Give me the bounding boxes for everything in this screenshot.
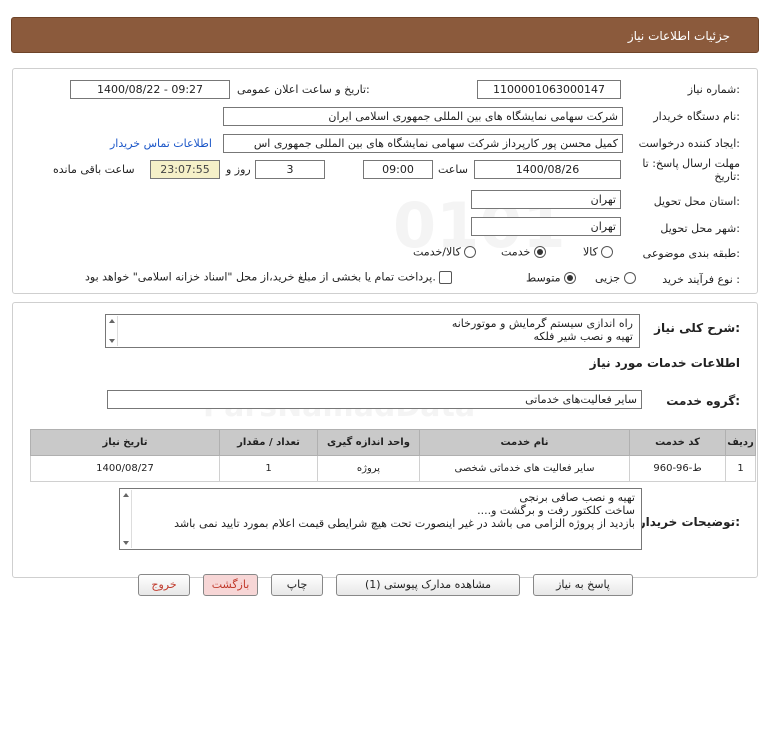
col-unit: واحد اندازه گیری [317,429,420,456]
col-row: ردیف [725,429,756,456]
notes-line-2: ساخت کلکتور رفت و برگشت و.... [477,504,635,517]
page-title: جزئیات اطلاعات نیاز [627,29,730,43]
attachments-button[interactable]: مشاهده مدارک پیوستی (1) [336,574,520,596]
back-button[interactable]: بازگشت [203,574,258,596]
process-option-minor-label: جزیی [595,271,621,285]
category-radio-both[interactable] [464,246,477,258]
city-field[interactable]: تهران [471,217,621,236]
process-option-minor[interactable]: جزیی [595,271,636,285]
buyer-contact-link[interactable]: اطلاعات تماس خریدار [110,137,212,150]
table-row[interactable]: 1 ط-96-960 سایر فعالیت های خدماتی شخصی پ… [30,455,756,482]
col-name: نام خدمت [419,429,630,456]
buyer-org-field[interactable]: شرکت سهامی نمایشگاه های بین المللی جمهور… [223,107,623,126]
services-section-title: اطلاعات خدمات مورد نیاز [589,356,740,370]
category-radio-service[interactable] [533,246,546,258]
treasury-checkbox-label: پرداخت تمام یا بخشی از مبلغ خرید،از محل … [85,270,436,284]
announce-datetime-label: تاریخ و ساعت اعلان عمومی: [237,83,370,96]
notes-line-3: بازدید از پروژه الزامی می باشد در غیر ای… [174,517,635,530]
creator-label: ایجاد کننده درخواست: [638,137,740,150]
category-radio-goods[interactable] [601,246,614,258]
buyer-notes-label: توضیحات خریدار: [638,515,740,529]
cell-row: 1 [725,455,756,482]
deadline-time-label: ساعت [438,163,468,176]
summary-scrollbar[interactable] [107,316,118,346]
cell-qty: 1 [219,455,318,482]
deadline-time-field[interactable]: 09:00 [363,160,433,179]
service-group-field[interactable]: سایر فعالیت‌های خدماتی [107,390,642,409]
process-radio-medium[interactable] [564,272,577,284]
notes-scrollbar[interactable] [121,490,132,548]
print-button[interactable]: چاپ [271,574,323,596]
process-label: نوع فرآیند خرید : [662,273,740,286]
treasury-checkbox[interactable] [439,270,453,284]
exit-button[interactable]: خروج [138,574,190,596]
summary-textarea[interactable]: راه اندازی سیستم گرمایش و موتورخانه تهیه… [105,314,640,348]
need-number-label: شماره نیاز: [687,83,740,96]
category-option-both-label: کالا/خدمت [413,245,461,259]
city-label: شهر محل تحویل: [660,222,740,235]
notes-line-1: تهیه و نصب صافی برنجی [519,491,635,504]
cell-unit: پروژه [317,455,420,482]
need-number-field[interactable]: 1100001063000147 [477,80,621,99]
remaining-time-field: 23:07:55 [150,160,220,179]
cell-code: ط-96-960 [629,455,726,482]
creator-field[interactable]: کمیل محسن پور کارپرداز شرکت سهامی نمایشگ… [223,134,623,153]
reply-button[interactable]: پاسخ به نیاز [533,574,633,596]
category-label: طبقه بندی موضوعی: [642,247,740,260]
services-table-header: ردیف کد خدمت نام خدمت واحد اندازه گیری ت… [30,429,756,456]
col-code: کد خدمت [629,429,726,456]
buyer-org-label: نام دستگاه خریدار: [653,110,740,123]
process-radio-minor[interactable] [623,272,636,284]
service-group-label: گروه خدمت: [666,394,740,408]
summary-label: شرح کلی نیاز: [654,321,740,335]
province-field[interactable]: تهران [471,190,621,209]
deadline-date-field[interactable]: 1400/08/26 [474,160,621,179]
summary-line-1: راه اندازی سیستم گرمایش و موتورخانه [451,317,633,330]
announce-datetime-field[interactable]: 1400/08/22 - 09:27 [70,80,230,99]
page-header: جزئیات اطلاعات نیاز [11,17,759,53]
buyer-notes-textarea[interactable]: تهیه و نصب صافی برنجی ساخت کلکتور رفت و … [119,488,642,550]
category-option-service[interactable]: خدمت [501,245,546,259]
treasury-option[interactable]: پرداخت تمام یا بخشی از مبلغ خرید،از محل … [85,270,453,284]
days-label: روز و [226,163,251,176]
process-option-medium-label: متوسط [526,271,561,285]
province-label: استان محل تحویل: [653,195,740,208]
cell-name: سایر فعالیت های خدماتی شخصی [419,455,630,482]
need-info-panel: 0101 شماره نیاز: 1100001063000147 تاریخ … [12,68,758,294]
cell-date: 1400/08/27 [30,455,220,482]
remaining-time-label: ساعت باقی مانده [53,163,135,176]
services-table: ردیف کد خدمت نام خدمت واحد اندازه گیری ت… [30,429,756,482]
col-qty: تعداد / مقدار [219,429,318,456]
category-option-goods-label: کالا [583,245,598,259]
col-date: تاریخ نیاز [30,429,220,456]
services-panel: ParsNamadData شرح کلی نیاز: راه اندازی س… [12,302,758,578]
category-option-service-label: خدمت [501,245,531,259]
category-option-goods[interactable]: کالا [583,245,614,259]
deadline-label: مهلت ارسال پاسخ: تا تاریخ: [642,157,740,183]
days-field[interactable]: 3 [255,160,325,179]
process-option-medium[interactable]: متوسط [526,271,577,285]
category-option-both[interactable]: کالا/خدمت [413,245,477,259]
summary-line-2: تهیه و نصب شیر فلکه [533,330,633,343]
